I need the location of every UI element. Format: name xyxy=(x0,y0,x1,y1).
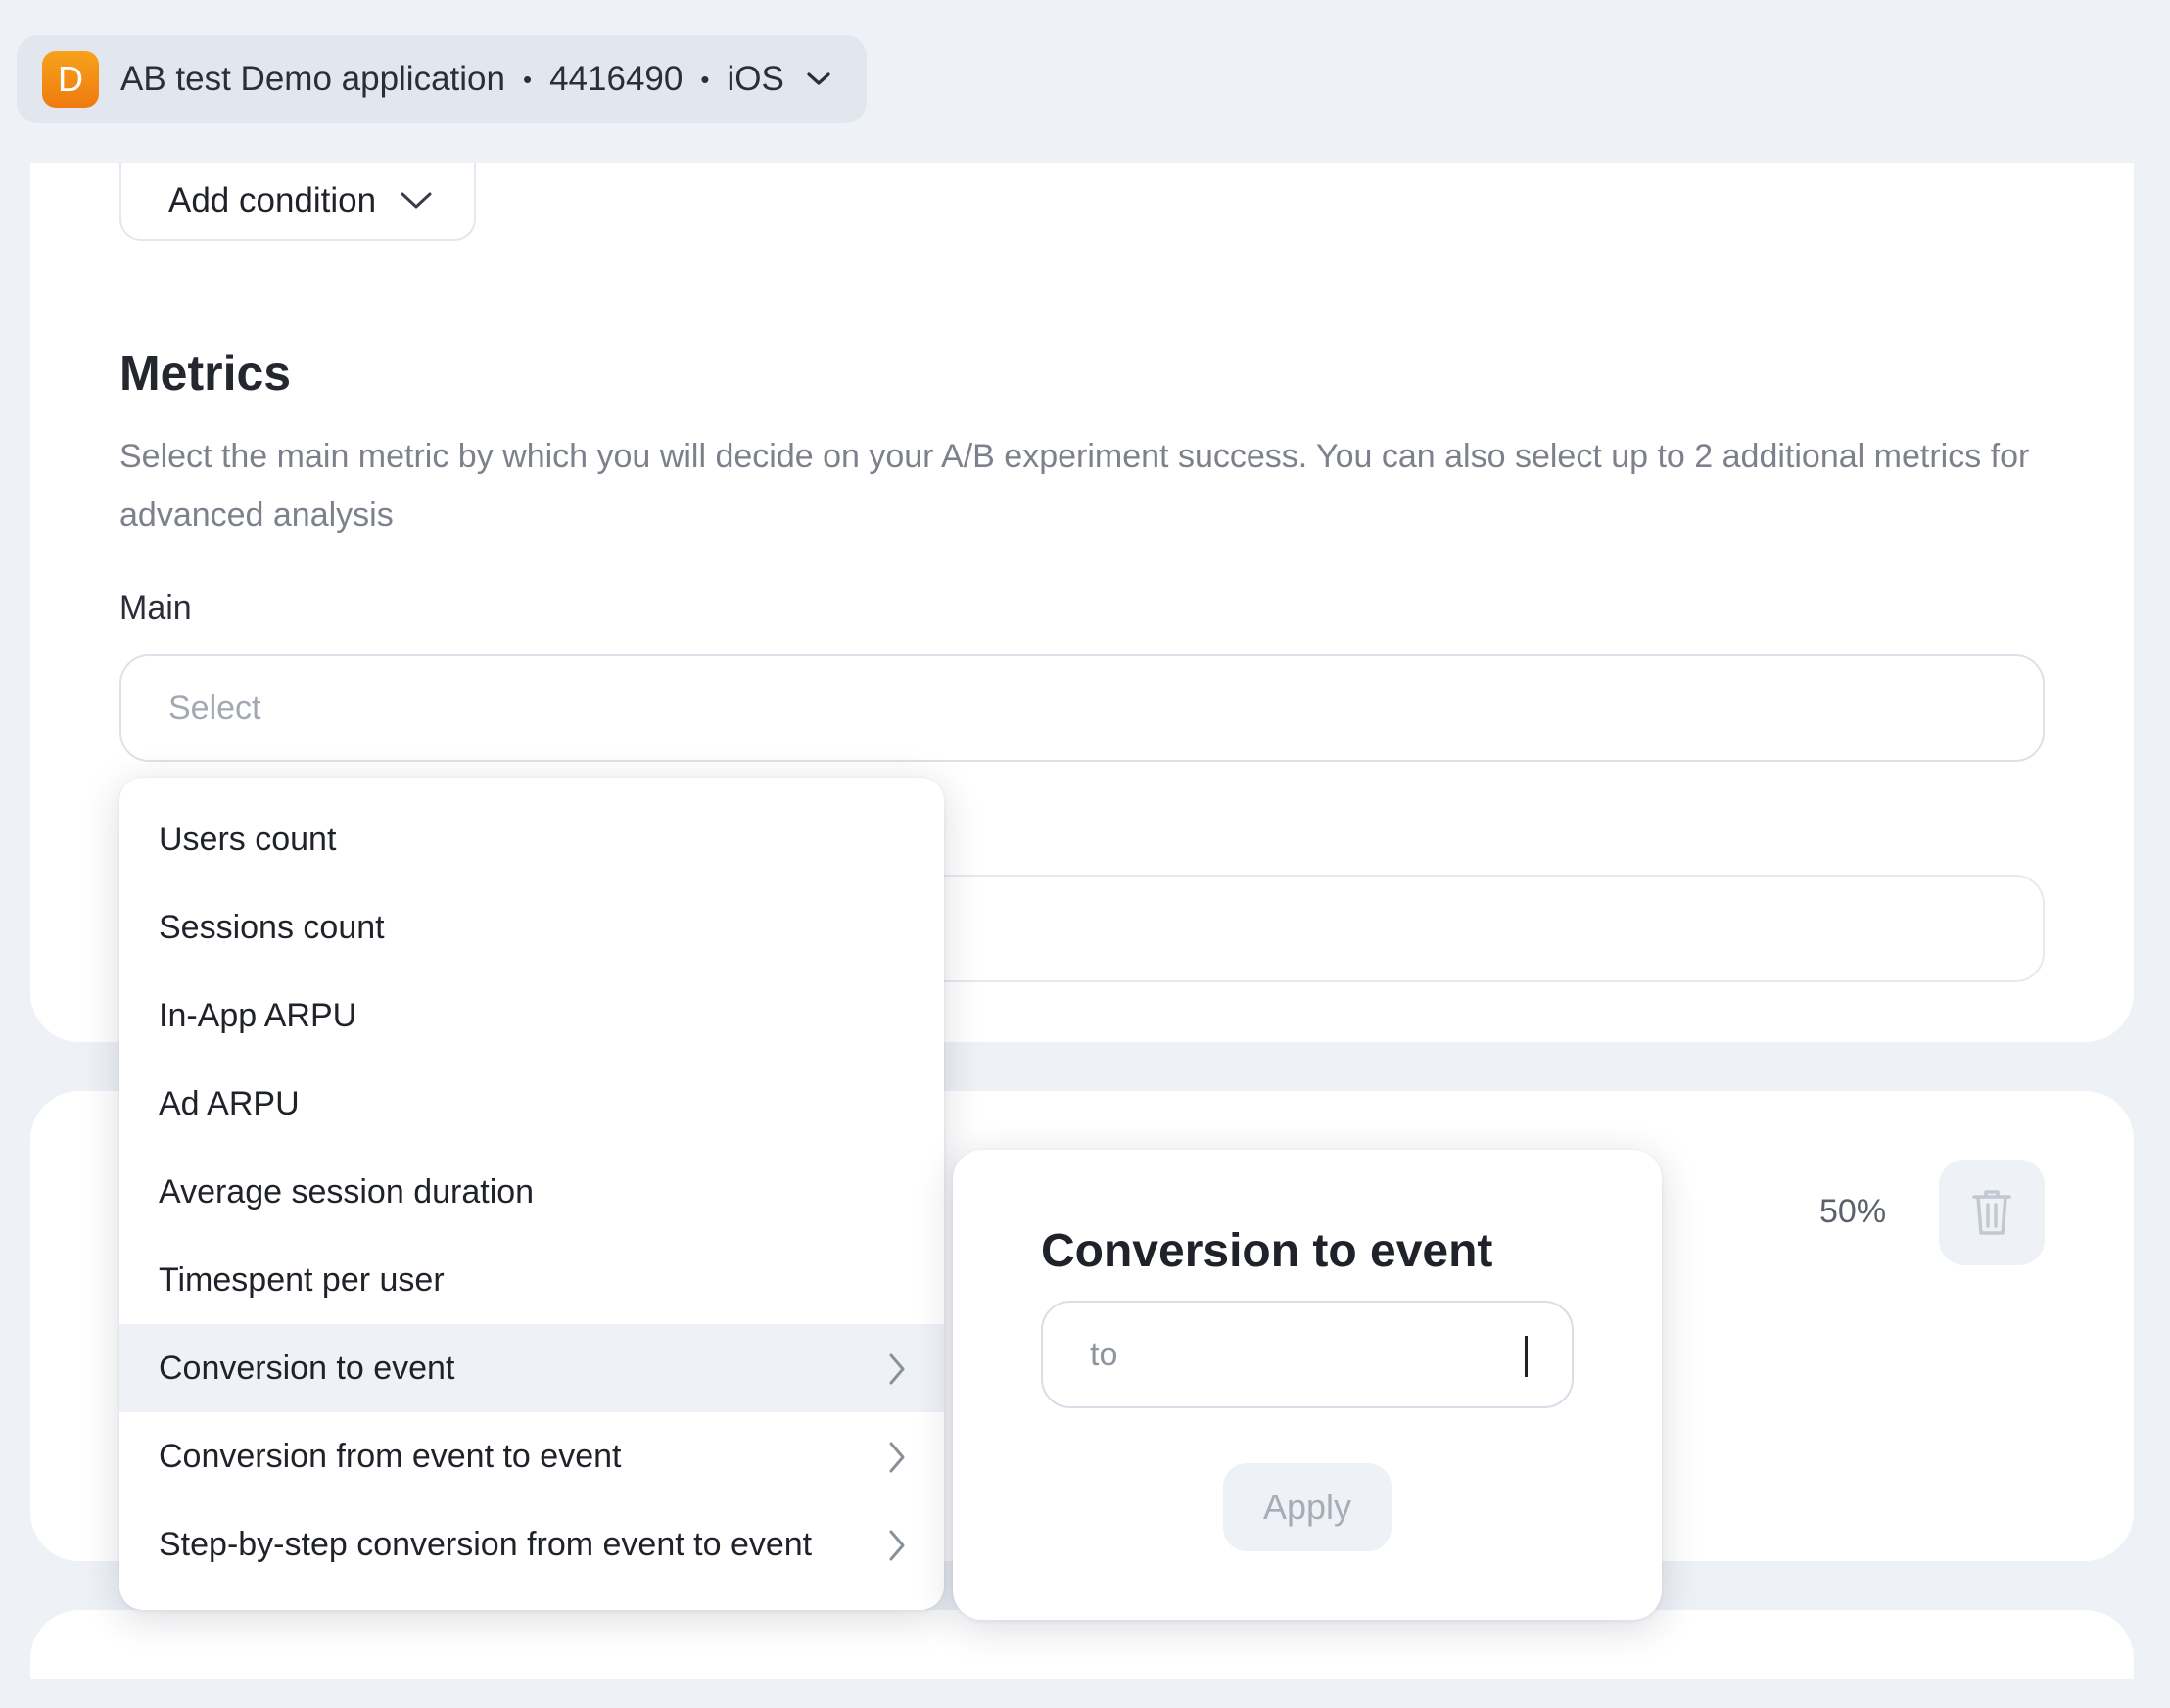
chevron-right-icon xyxy=(889,1442,905,1473)
chevron-right-icon xyxy=(889,1353,905,1385)
add-condition-button[interactable]: Add condition xyxy=(119,163,476,241)
popover-title: Conversion to event xyxy=(1041,1225,1493,1277)
menu-item-ad-arpu[interactable]: Ad ARPU xyxy=(119,1060,944,1148)
app-avatar: D xyxy=(42,51,99,108)
menu-item-sessions-count[interactable]: Sessions count xyxy=(119,883,944,972)
menu-item-conversion-to-event[interactable]: Conversion to event xyxy=(119,1324,944,1412)
menu-item-label: Timespent per user xyxy=(159,1260,445,1299)
next-section-card xyxy=(30,1610,2134,1679)
menu-item-users-count[interactable]: Users count xyxy=(119,795,944,883)
menu-item-label: Ad ARPU xyxy=(159,1084,300,1122)
menu-item-label: Sessions count xyxy=(159,908,385,946)
menu-item-label: Conversion from event to event xyxy=(159,1437,622,1475)
menu-item-step-by-step-conversion[interactable]: Step-by-step conversion from event to ev… xyxy=(119,1500,944,1589)
main-metric-label: Main xyxy=(119,590,192,627)
chevron-right-icon xyxy=(889,1530,905,1561)
target-event-input[interactable]: to xyxy=(1041,1301,1574,1408)
app-selector[interactable]: D AB test Demo application • 4416490 • i… xyxy=(17,35,867,123)
chevron-down-icon xyxy=(401,192,432,209)
section-description: Select the main metric by which you will… xyxy=(119,438,2030,534)
metric-dropdown-menu: Users count Sessions count In-App ARPU A… xyxy=(119,778,944,1610)
separator-dot: • xyxy=(700,64,710,94)
separator-dot: • xyxy=(522,64,533,94)
chevron-down-icon xyxy=(806,71,831,87)
delete-button[interactable] xyxy=(1939,1160,2045,1265)
app-name: AB test Demo application xyxy=(120,60,505,98)
section-title: Metrics xyxy=(119,346,292,401)
main-metric-select[interactable]: Select xyxy=(119,654,2045,762)
menu-item-in-app-arpu[interactable]: In-App ARPU xyxy=(119,972,944,1060)
menu-item-label: Step-by-step conversion from event to ev… xyxy=(159,1525,813,1563)
text-caret xyxy=(1525,1336,1528,1377)
target-event-placeholder: to xyxy=(1090,1335,1118,1373)
app-id: 4416490 xyxy=(549,60,684,98)
trash-icon xyxy=(1972,1190,2011,1235)
menu-item-label: Users count xyxy=(159,820,337,858)
split-percentage: 50% xyxy=(1819,1193,1887,1230)
add-condition-label: Add condition xyxy=(168,181,377,219)
menu-item-label: Conversion to event xyxy=(159,1349,455,1387)
menu-item-label: In-App ARPU xyxy=(159,996,357,1034)
menu-item-timespent-per-user[interactable]: Timespent per user xyxy=(119,1236,944,1324)
menu-item-label: Average session duration xyxy=(159,1172,535,1210)
menu-item-average-session-duration[interactable]: Average session duration xyxy=(119,1148,944,1236)
conversion-to-event-popover: Conversion to event to Apply xyxy=(953,1150,1662,1620)
menu-item-conversion-event-to-event[interactable]: Conversion from event to event xyxy=(119,1412,944,1500)
apply-button[interactable]: Apply xyxy=(1223,1463,1392,1551)
platform-label: iOS xyxy=(727,60,784,98)
main-metric-placeholder: Select xyxy=(168,688,261,727)
